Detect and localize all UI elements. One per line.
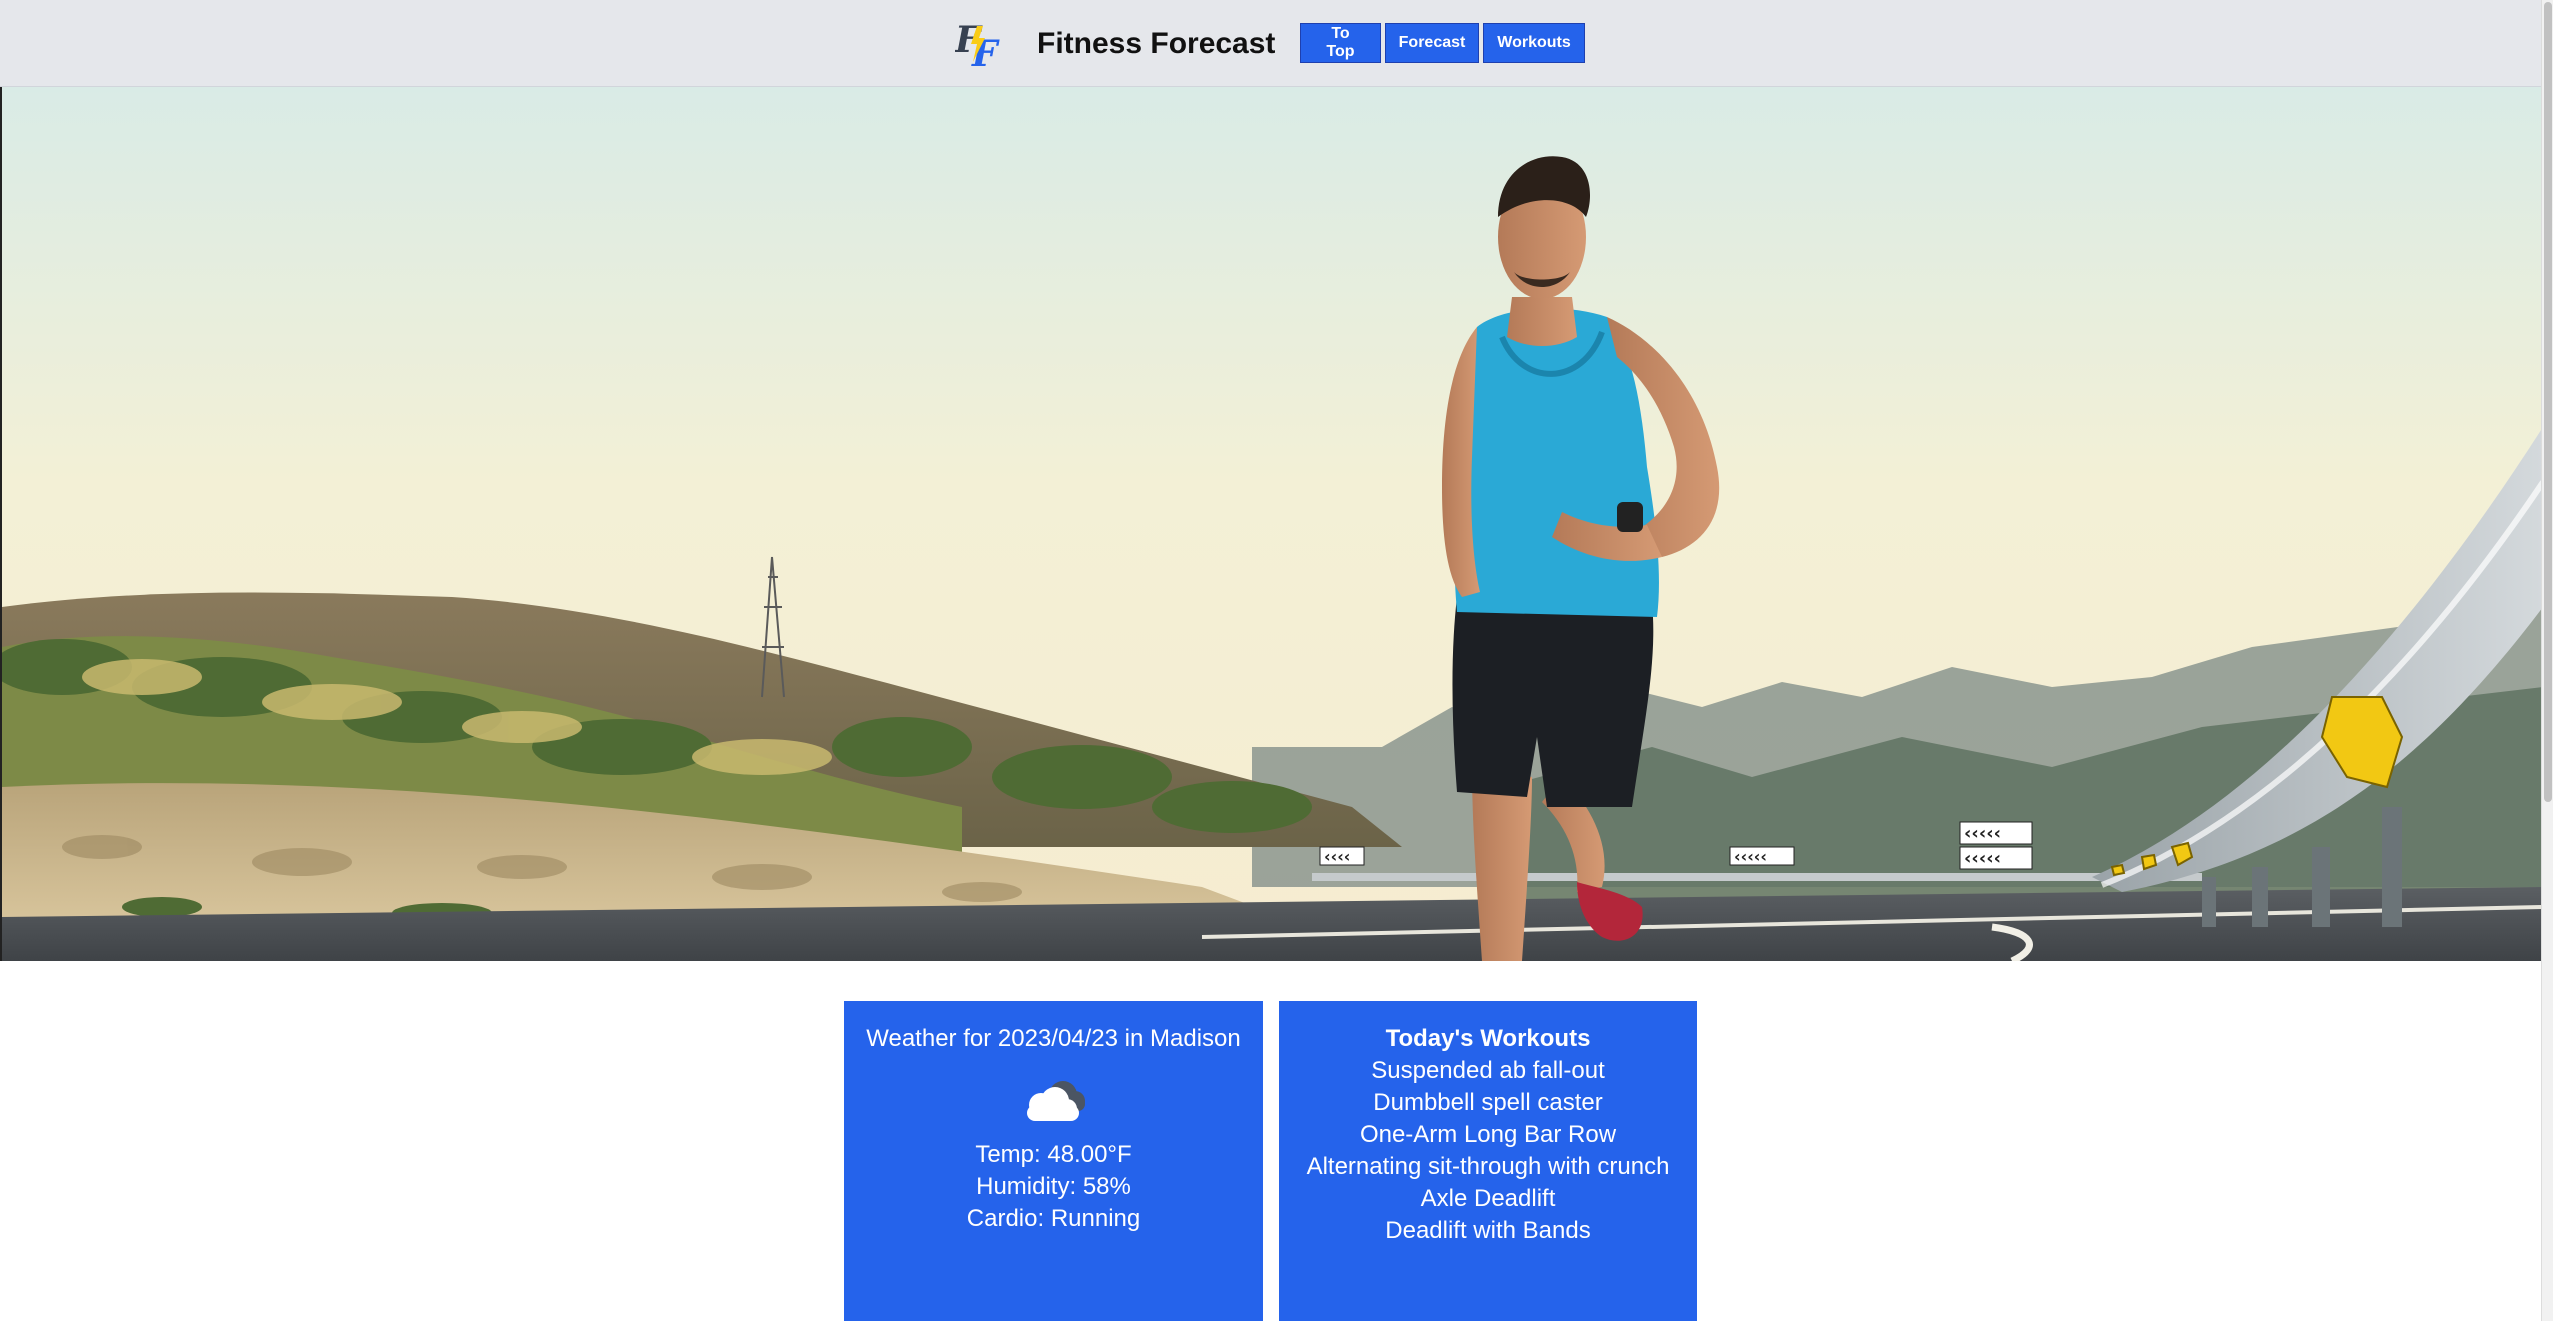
cardio-text: Cardio: Running	[966, 1205, 1141, 1232]
site-header: F F Fitness Forecast To Top Forecast Wor…	[0, 0, 2541, 87]
nav-bar: To Top Forecast Workouts	[1300, 23, 1585, 63]
workout-item: Axle Deadlift	[1420, 1185, 1556, 1212]
to-top-button[interactable]: To Top	[1300, 23, 1381, 63]
workouts-heading: Today's Workouts	[1385, 1025, 1591, 1052]
svg-text:‹‹‹‹‹: ‹‹‹‹‹	[1734, 847, 1767, 866]
humidity-text: Humidity: 58%	[976, 1173, 1131, 1200]
workout-item: Dumbbell spell caster	[1373, 1089, 1603, 1116]
page: F F Fitness Forecast To Top Forecast Wor…	[0, 0, 2553, 1321]
workouts-button[interactable]: Workouts	[1483, 23, 1585, 63]
forecast-button[interactable]: Forecast	[1385, 23, 1479, 63]
cloud-icon	[1026, 1081, 1085, 1121]
workout-item: One-Arm Long Bar Row	[1359, 1121, 1617, 1148]
scrollbar-thumb[interactable]	[2544, 2, 2552, 802]
svg-text:‹‹‹‹‹: ‹‹‹‹‹	[1964, 848, 2001, 869]
fitness-forecast-logo[interactable]: F F	[955, 18, 1001, 68]
workout-item: Alternating sit-through with crunch	[1306, 1153, 1670, 1180]
workout-item: Suspended ab fall-out	[1371, 1057, 1605, 1084]
weather-card: Weather for 2023/04/23 in Madison Temp: …	[844, 1001, 1263, 1321]
workout-item: Deadlift with Bands	[1385, 1217, 1591, 1244]
weather-heading: Weather for 2023/04/23 in Madison	[866, 1025, 1241, 1052]
page-scrollbar[interactable]	[2541, 0, 2553, 1321]
hero-image: ‹‹‹‹ ‹‹‹‹‹ ‹‹‹‹‹ ‹‹‹‹‹	[0, 87, 2541, 961]
temperature-text: Temp: 48.00°F	[975, 1141, 1132, 1168]
svg-text:‹‹‹‹‹: ‹‹‹‹‹	[1964, 823, 2001, 844]
app-title: Fitness Forecast	[1037, 27, 1276, 60]
workouts-card: Today's Workouts Suspended ab fall-out D…	[1279, 1001, 1697, 1321]
svg-text:‹‹‹‹: ‹‹‹‹	[1324, 847, 1350, 866]
